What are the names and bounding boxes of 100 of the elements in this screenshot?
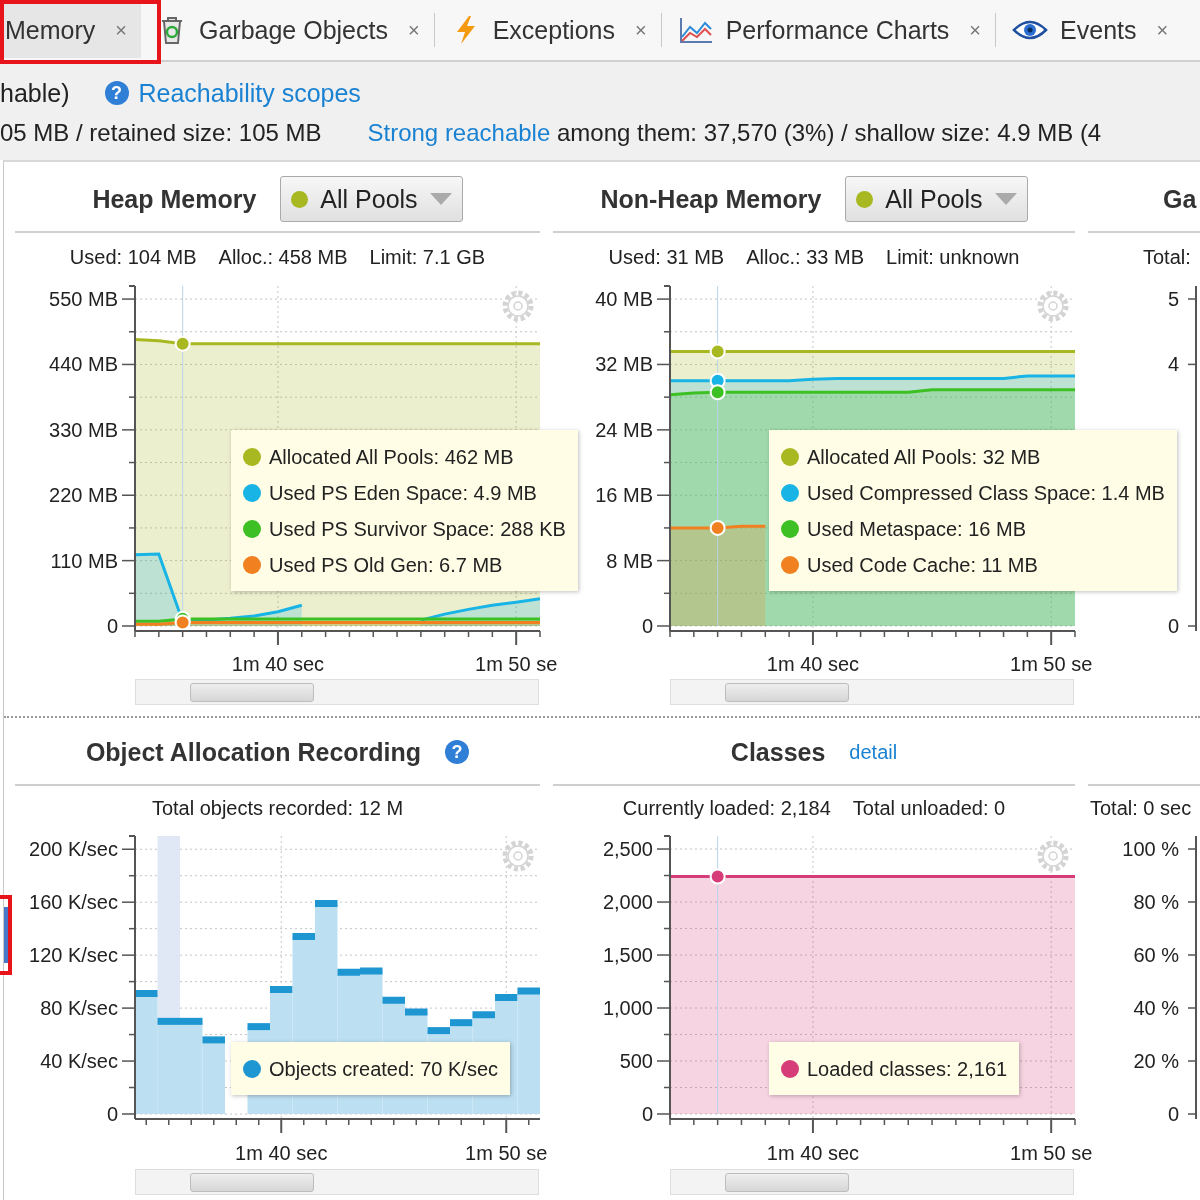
close-button[interactable]: × — [408, 18, 420, 42]
settings-icon[interactable] — [502, 290, 534, 322]
pool-dot-icon — [291, 190, 309, 208]
tab[interactable]: Exceptions × — [434, 2, 661, 58]
tooltip-text: Used PS Survivor Space: 288 KB — [269, 517, 566, 541]
tab[interactable]: Events × — [996, 2, 1183, 58]
scrollbar[interactable] — [135, 679, 539, 705]
axis-label: 1m 50 se — [1010, 1142, 1093, 1164]
size-summary: 05 MB / retained size: 105 MB — [0, 119, 322, 147]
scrollbar-thumb[interactable] — [190, 1172, 314, 1192]
tooltip-text: Loaded classes: 2,161 — [807, 1057, 1008, 1081]
scrollbar-thumb[interactable] — [725, 682, 849, 702]
settings-icon[interactable] — [1037, 290, 1069, 322]
axis-label: 4 — [1167, 353, 1179, 376]
axis-label: 1m 40 sec — [235, 1142, 328, 1164]
tooltip-text: Used Compressed Class Space: 1.4 MB — [807, 481, 1165, 505]
panel-title: Object Allocation Recording — [85, 737, 422, 767]
axis-label: 1,000 — [602, 997, 653, 1019]
tab[interactable]: Performance Charts × — [661, 2, 996, 58]
axis-label: 2,000 — [602, 891, 653, 914]
help-icon[interactable]: ? — [445, 740, 470, 764]
panel-title: Classes — [730, 737, 826, 767]
stat-text: Alloc.: 458 MB — [218, 245, 348, 269]
stat-text: Limit: unknown — [886, 245, 1020, 269]
axis-label: 1m 40 sec — [766, 653, 860, 675]
axis-label: 1m 50 se — [465, 1142, 548, 1164]
close-button[interactable]: × — [1156, 18, 1169, 42]
stat-text: Used: 104 MB — [69, 245, 197, 269]
axis-label: 60 % — [1133, 944, 1179, 966]
axis-label: 100 % — [1122, 838, 1179, 860]
tooltip-text: Objects created: 70 K/sec — [269, 1057, 498, 1081]
pool-dot-icon — [856, 190, 874, 208]
close-button[interactable]: × — [969, 18, 982, 42]
data-point-marker — [709, 868, 726, 885]
axis-label: 1m 50 se — [475, 653, 558, 675]
axis-label: 40 K/sec — [40, 1050, 118, 1073]
axis-label: 550 MB — [49, 288, 118, 311]
close-button[interactable]: × — [115, 18, 127, 42]
axis-label: 0 — [641, 615, 653, 637]
axis-label: 16 MB — [595, 484, 653, 507]
tooltip-text: Used Code Cache: 11 MB — [807, 553, 1038, 577]
stat-text: Limit: 7.1 GB — [369, 245, 486, 269]
scrollbar[interactable] — [670, 1169, 1074, 1195]
stat-text: Total: — [1143, 245, 1191, 269]
scope-text: hable) — [0, 78, 70, 108]
settings-icon[interactable] — [502, 840, 534, 872]
stat-text: Currently loaded: 2,184 — [622, 796, 831, 820]
axis-label: 40 MB — [595, 288, 653, 311]
stat-text: Alloc.: 33 MB — [746, 245, 864, 269]
axis-label: 1m 40 sec — [231, 653, 325, 675]
stat-text: Total unloaded: 0 — [852, 796, 1006, 820]
axis-label: 40 % — [1133, 997, 1179, 1019]
reachability-link[interactable]: Reachability scopes — [138, 78, 361, 108]
axis-label: 0 — [1167, 615, 1179, 637]
help-icon[interactable]: ? — [104, 81, 129, 105]
stat-text: Total: 0 sec — [1090, 796, 1192, 820]
detail-link[interactable]: detail — [849, 740, 898, 764]
axis-label: 160 K/sec — [29, 891, 118, 914]
caret-icon — [994, 193, 1017, 205]
panel-title: Non-Heap Memory — [600, 184, 822, 214]
panel-title: Ga — [1163, 184, 1197, 214]
tooltip-text: Used PS Eden Space: 4.9 MB — [269, 481, 537, 505]
scrollbar[interactable] — [670, 679, 1074, 705]
line-chart-icon — [677, 15, 714, 45]
axis-label: 200 K/sec — [29, 838, 118, 861]
stat-text: Total objects recorded: 12 M — [151, 796, 404, 820]
scrollbar[interactable] — [135, 1169, 539, 1195]
axis-label: 32 MB — [595, 353, 653, 376]
axis-label: 0 — [106, 1103, 118, 1125]
data-point-marker — [174, 335, 191, 352]
axis-label: 330 MB — [49, 418, 118, 441]
axis-label: 8 MB — [606, 549, 653, 572]
axis-label: 500 — [619, 1050, 653, 1072]
pool-dropdown[interactable]: All Pools — [845, 176, 1028, 222]
reachable-summary: Strong reachable among them: 37,570 (3%) / shallow size: 4.9 MB (4 — [367, 119, 1102, 147]
tooltip-text: Used PS Old Gen: 6.7 MB — [269, 553, 503, 577]
data-point-marker — [709, 343, 726, 360]
axis-label: 0 — [1167, 1103, 1179, 1125]
panel-title: Heap Memory — [92, 184, 257, 214]
tooltip-text: Used Metaspace: 16 MB — [807, 517, 1026, 541]
strong-reachable-link[interactable]: Strong reachable — [367, 119, 551, 146]
tooltip-text: Allocated All Pools: 32 MB — [807, 445, 1041, 469]
axis-label: 80 K/sec — [40, 997, 118, 1020]
tab[interactable]: Garbage Objects × — [141, 2, 434, 58]
caret-icon — [429, 193, 452, 205]
axis-label: 20 % — [1133, 1050, 1179, 1072]
axis-label: 2,500 — [602, 838, 653, 861]
axis-label: 0 — [106, 615, 118, 637]
tooltip-text: Allocated All Pools: 462 MB — [269, 445, 514, 469]
settings-icon[interactable] — [1037, 840, 1069, 872]
scrollbar-thumb[interactable] — [725, 1172, 849, 1192]
axis-label: 1m 50 se — [1010, 653, 1093, 675]
axis-label: 5 — [1167, 288, 1179, 310]
pool-dropdown[interactable]: All Pools — [280, 176, 463, 222]
axis-label: 80 % — [1133, 891, 1179, 913]
data-point-marker — [174, 614, 191, 631]
close-button[interactable]: × — [634, 18, 647, 42]
axis-label: 1m 40 sec — [766, 1142, 860, 1164]
stat-text: Used: 31 MB — [608, 245, 725, 269]
scrollbar-thumb[interactable] — [190, 682, 314, 702]
